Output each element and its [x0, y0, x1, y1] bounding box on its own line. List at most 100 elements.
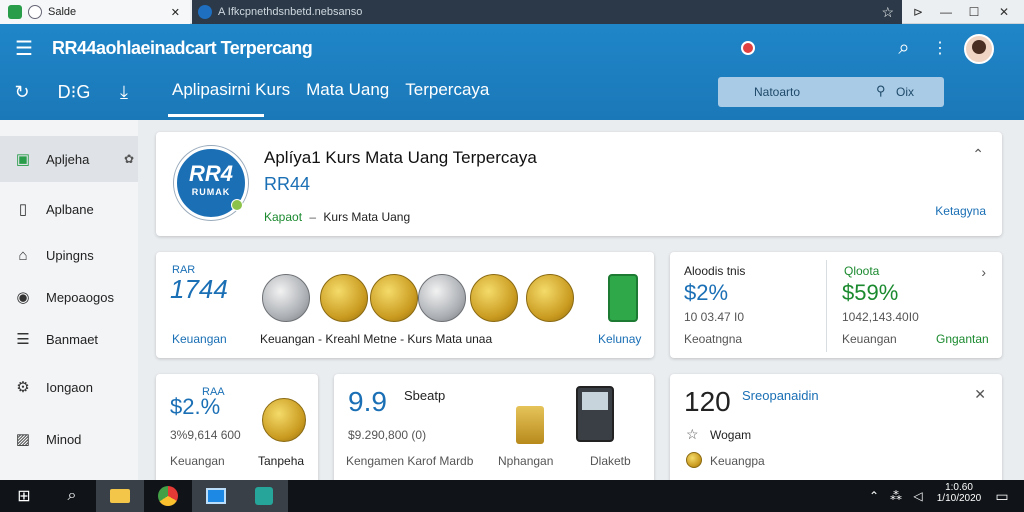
card-footer-label: Keuangan [172, 332, 227, 346]
card-value: 9.9 [348, 386, 387, 417]
refresh-icon[interactable]: ↻ [8, 78, 36, 106]
sidebar-item-aplbane[interactable]: ▯ Aplbane [0, 186, 138, 232]
verified-badge [231, 199, 243, 211]
card-footer-link[interactable]: Kelunay [598, 332, 641, 346]
sidebar-item-banmaet[interactable]: ☰ Banmaet [0, 316, 138, 362]
avatar[interactable] [964, 34, 994, 64]
star-icon: ☆ [686, 426, 699, 442]
star-icon[interactable]: ☆ [881, 4, 894, 21]
rate-label: Qloota [844, 264, 880, 278]
tab-app[interactable]: Aplipasirni Kurs [172, 80, 290, 100]
search-button[interactable]: Oix [896, 85, 914, 99]
filter-icon[interactable]: ⚲ [876, 83, 886, 99]
taskbar: ⊞ ⌕ ⌃ ⁂ ◁ 1:0.60 1/10/2020 ▭ [0, 480, 1024, 512]
folder-icon[interactable] [96, 480, 144, 512]
tab-title: Salde [48, 6, 77, 18]
gear-icon: ⚙ [16, 379, 30, 396]
sidebar-item-label: Iongaon [46, 379, 93, 395]
image-icon: ▨ [15, 431, 31, 448]
sub-navigation: Aplipasirni Kurs Mata Uang Terpercaya [172, 80, 489, 100]
active-tab-indicator [168, 114, 264, 117]
volume-icon[interactable]: ◁ [906, 480, 930, 512]
view-icon[interactable]: D⁝G [52, 78, 96, 106]
sidebar-item-label: Apljeha [46, 151, 90, 167]
app-title: RR44aohlaeinadcart Terpercang [52, 38, 313, 58]
search-input[interactable]: Natoarto ⚲ Oix [718, 77, 944, 107]
address-text: A Ifkcpnethdsnbetd.nebsanso [218, 6, 363, 18]
record-icon: ◉ [16, 289, 30, 306]
sidebar-item-upingns[interactable]: ⌂ Upingns [0, 232, 138, 278]
notification-icon[interactable] [734, 34, 762, 62]
chevron-right-icon[interactable]: › [981, 264, 986, 280]
clock-time: 1:0.60 [945, 482, 973, 493]
windows-start-icon[interactable]: ⊞ [0, 480, 48, 512]
tab-currency[interactable]: Mata Uang [306, 80, 389, 100]
forward-icon[interactable]: ⊳ [904, 2, 932, 22]
search-icon[interactable]: ⌕ [48, 480, 96, 512]
card-label: Sbeatp [404, 388, 446, 403]
calculator-icon [576, 386, 614, 442]
close-button[interactable]: ✕ [990, 2, 1018, 22]
silver-coin-icon [418, 274, 466, 322]
silver-coin-icon [262, 274, 310, 322]
rate-footer: Keuangan [842, 332, 897, 346]
gold-coin-icon [470, 274, 518, 322]
app-category[interactable]: Kapaot [264, 210, 302, 224]
settings-icon[interactable]: ✿ [124, 152, 134, 166]
sidebar-item-iongaon[interactable]: ⚙ Iongaon [0, 364, 138, 410]
sidebar-item-apljeha[interactable]: ▣ Apljeha ✿ [0, 136, 138, 182]
app-developer[interactable]: RR44 [264, 174, 310, 195]
card-value: 120 [684, 386, 731, 417]
card-label: Sreopanaidin [742, 388, 819, 403]
gold-coin-icon [320, 274, 368, 322]
search-icon[interactable]: ⌕ [890, 34, 918, 62]
minimize-button[interactable]: — [932, 2, 960, 22]
sidebar-item-minod[interactable]: ▨ Minod [0, 416, 138, 462]
store-icon[interactable] [240, 480, 288, 512]
category-link[interactable]: Ketagyna [935, 204, 986, 218]
menu-icon[interactable]: ☰ [10, 34, 38, 62]
sidebar-item-label: Banmaet [46, 331, 99, 347]
chevron-up-icon[interactable]: ⌃ [862, 480, 886, 512]
list-icon: ☰ [16, 331, 30, 348]
rates-card: Aloodis tnis $2% 10 03.47 I0 Keoatngna Q… [670, 252, 1002, 358]
rate-value: $2% [684, 280, 729, 305]
sidebar: ▣ Apljeha ✿ ▯ Aplbane ⌂ Upingns ◉ Mepoao… [0, 120, 138, 480]
sidebar-item-label: Aplbane [46, 201, 94, 217]
sidebar-item-label: Minod [46, 431, 82, 447]
app-window-icon[interactable] [192, 480, 240, 512]
clock-date: 1/10/2020 [936, 493, 982, 504]
clock[interactable]: 1:0.60 1/10/2020 [936, 482, 982, 504]
coin-icon [686, 452, 702, 468]
collapse-icon[interactable]: ⌃ [972, 146, 984, 163]
app-name: Aplíya1 Kurs Mata Uang Terpercaya [264, 148, 537, 167]
sidebar-item-label: Upingns [46, 247, 94, 263]
card-footer-link[interactable]: Tanpeha [258, 454, 304, 468]
browser-tab[interactable]: Salde ✕ [0, 0, 190, 24]
logo-subtext: RUMAK [191, 187, 231, 197]
sidebar-item-mepoaogos[interactable]: ◉ Mepoaogos [0, 274, 138, 320]
card-footer-label: Kengamen Karof Mardb [346, 454, 474, 468]
browser-icon[interactable] [144, 480, 192, 512]
more-icon[interactable]: ⋮ [926, 34, 954, 62]
gold-coin-icon [526, 274, 574, 322]
tab-favicon-icon [8, 5, 22, 19]
gold-coin-icon [262, 398, 306, 442]
notification-center-icon[interactable]: ▭ [986, 480, 1018, 512]
card-sub: 3%9,614 600 [170, 428, 241, 442]
address-bar[interactable]: A Ifkcpnethdsnbetd.nebsanso ☆ [192, 0, 902, 24]
rate-value: $59% [842, 280, 899, 305]
download-icon[interactable]: ⤓ [110, 78, 138, 106]
network-icon[interactable]: ⁂ [884, 480, 908, 512]
card-footer-text: Keuangan - Kreahl Metne - Kurs Mata unaa [260, 332, 493, 346]
close-icon[interactable]: ✕ [974, 386, 986, 403]
tab-close-icon[interactable]: ✕ [171, 6, 180, 19]
tab-trusted[interactable]: Terpercaya [405, 80, 489, 100]
card-footer-link[interactable]: Dlaketb [590, 454, 631, 468]
coin-stack-icon [516, 406, 544, 444]
app-header: ☰ RR44aohlaeinadcart Terpercang ⌕ ⋮ ↻ D⁝… [0, 24, 1024, 120]
card-footer-label: Keuangan [170, 454, 225, 468]
rate-link[interactable]: Gngantan [936, 332, 989, 346]
reviews-card: 120 Sreopanaidin ✕ ☆ Wogam Keuangpa [670, 374, 1002, 484]
maximize-button[interactable]: ☐ [960, 2, 988, 22]
